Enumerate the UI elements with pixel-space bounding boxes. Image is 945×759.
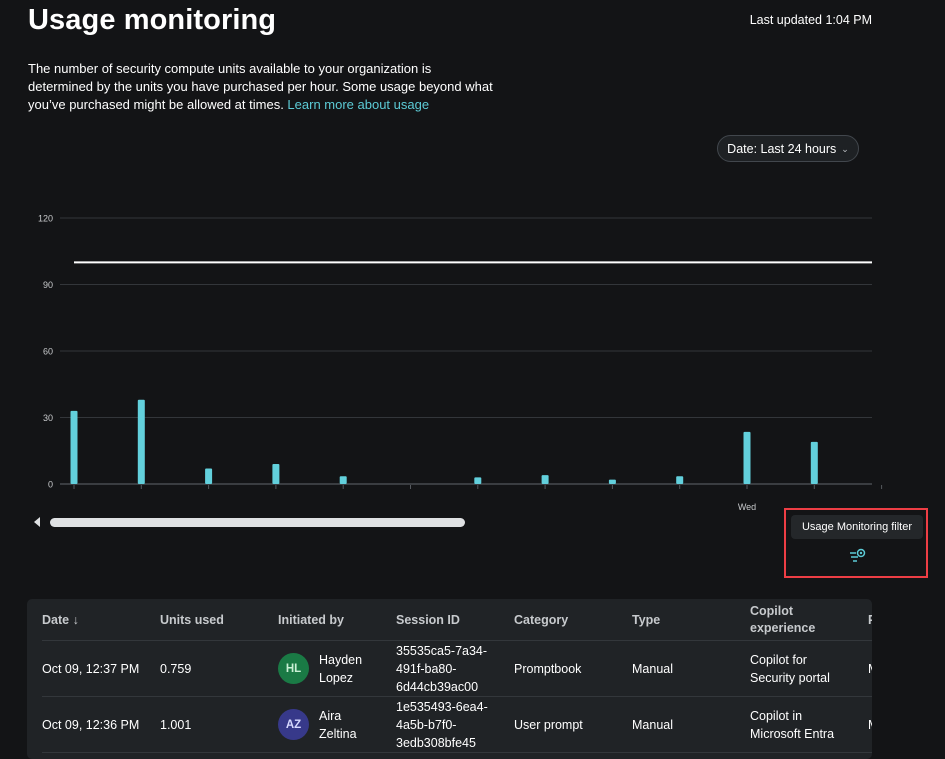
cell-session-id: 35535ca5-7a34- 491f-ba80- 6d44cb39ac00 xyxy=(396,641,514,697)
cell-copilot-experience: Copilot for Security portal xyxy=(750,641,868,697)
bar xyxy=(541,475,549,484)
cell-truncated: M xyxy=(868,697,872,753)
filter-tooltip: Usage Monitoring filter xyxy=(791,515,923,539)
cell-type: Manual xyxy=(632,661,673,676)
column-header-initiated-by[interactable]: Initiated by xyxy=(278,599,396,641)
bar xyxy=(676,476,684,484)
cell-date: Oct 09, 12:37 PM xyxy=(42,661,140,676)
user-first-name: Hayden xyxy=(319,652,363,667)
bar xyxy=(70,410,78,484)
avatar-initials: HL xyxy=(285,662,302,675)
cell-truncated: M xyxy=(868,641,872,697)
bar xyxy=(474,477,482,484)
bar xyxy=(205,468,213,484)
cell-type: Manual xyxy=(632,717,673,732)
page-description: The number of security compute units ava… xyxy=(28,60,498,114)
table-header-row: Date ↓ Units used Initiated by Session I… xyxy=(42,599,872,641)
experience-line: Microsoft Entra xyxy=(750,726,835,741)
experience-line: Security portal xyxy=(750,670,830,685)
last-updated-text: Last updated 1:04 PM xyxy=(749,13,872,27)
user-last-name: Lopez xyxy=(319,670,354,685)
bar xyxy=(137,399,145,484)
cell-session-id: 1e535493-6ea4- 4a5b-b7f0- 3edb308bfe45 xyxy=(396,697,514,753)
user-last-name: Zeltina xyxy=(319,726,357,741)
cell-date: Oct 09, 12:36 PM xyxy=(42,717,140,732)
bar xyxy=(272,464,280,484)
bar xyxy=(339,476,347,484)
cell-copilot-experience: Copilot in Microsoft Entra xyxy=(750,697,868,753)
date-filter-button[interactable]: Date: Last 24 hours ⌄ xyxy=(717,135,859,162)
bar xyxy=(810,441,818,484)
y-tick-label: 0 xyxy=(48,480,53,490)
cell-units-used: 0.759 xyxy=(160,661,192,676)
cell-category: User prompt xyxy=(514,717,583,732)
usage-chart: 0 30 60 90 120 Wed xyxy=(38,214,883,512)
cell-initiated-by: AZ Aira Zeltina xyxy=(278,697,396,753)
column-header-category[interactable]: Category xyxy=(514,599,632,641)
session-id-part: 4a5b-b7f0- xyxy=(396,717,457,732)
usage-table: Date ↓ Units used Initiated by Session I… xyxy=(27,599,872,759)
avatar: AZ xyxy=(278,709,309,740)
bar xyxy=(608,479,616,484)
experience-line: Copilot for xyxy=(750,652,807,667)
avatar-initials: AZ xyxy=(285,718,302,731)
filter-settings-icon[interactable] xyxy=(849,548,867,564)
session-id-part: 491f-ba80- xyxy=(396,661,457,676)
y-tick-label: 90 xyxy=(43,280,53,290)
page-title: Usage monitoring xyxy=(28,4,277,36)
copilot-experience-header-text: Copilot experience xyxy=(750,603,816,635)
avatar: HL xyxy=(278,653,309,684)
column-header-copilot-experience[interactable]: Copilot experience xyxy=(750,599,868,641)
cell-initiated-by: HL Hayden Lopez xyxy=(278,641,396,697)
bar xyxy=(743,431,751,484)
column-header-date[interactable]: Date ↓ xyxy=(42,599,160,641)
user-first-name: Aira xyxy=(319,708,342,723)
session-id-part: 3edb308bfe45 xyxy=(396,735,476,750)
table-row[interactable]: Oct 09, 12:37 PM 0.759 HL Hayden Lopez 35… xyxy=(42,641,872,697)
table-row[interactable]: Oct 09, 12:36 PM 1.001 AZ Aira Zeltina 1e… xyxy=(42,697,872,753)
chart-scroll-left-arrow[interactable] xyxy=(34,517,40,527)
column-header-session-id[interactable]: Session ID xyxy=(396,599,514,641)
learn-more-link[interactable]: Learn more about usage xyxy=(287,97,429,112)
session-id-part: 1e535493-6ea4- xyxy=(396,699,488,714)
column-header-truncated[interactable]: P xyxy=(868,599,872,641)
chart-scrollbar-thumb[interactable] xyxy=(50,518,465,527)
session-id-part: 35535ca5-7a34- xyxy=(396,643,488,658)
y-tick-label: 60 xyxy=(43,347,53,357)
cell-units-used: 1.001 xyxy=(160,717,192,732)
date-filter-label: Date: Last 24 hours xyxy=(727,141,837,156)
session-id-part: 6d44cb39ac00 xyxy=(396,679,479,694)
y-tick-label: 120 xyxy=(38,214,53,224)
chevron-down-icon: ⌄ xyxy=(841,143,849,154)
column-header-units-used[interactable]: Units used xyxy=(160,599,278,641)
cell-category: Promptbook xyxy=(514,661,582,676)
x-tick-label: Wed xyxy=(738,502,756,512)
y-tick-label: 30 xyxy=(43,413,53,423)
experience-line: Copilot in xyxy=(750,708,803,723)
column-header-type[interactable]: Type xyxy=(632,599,750,641)
